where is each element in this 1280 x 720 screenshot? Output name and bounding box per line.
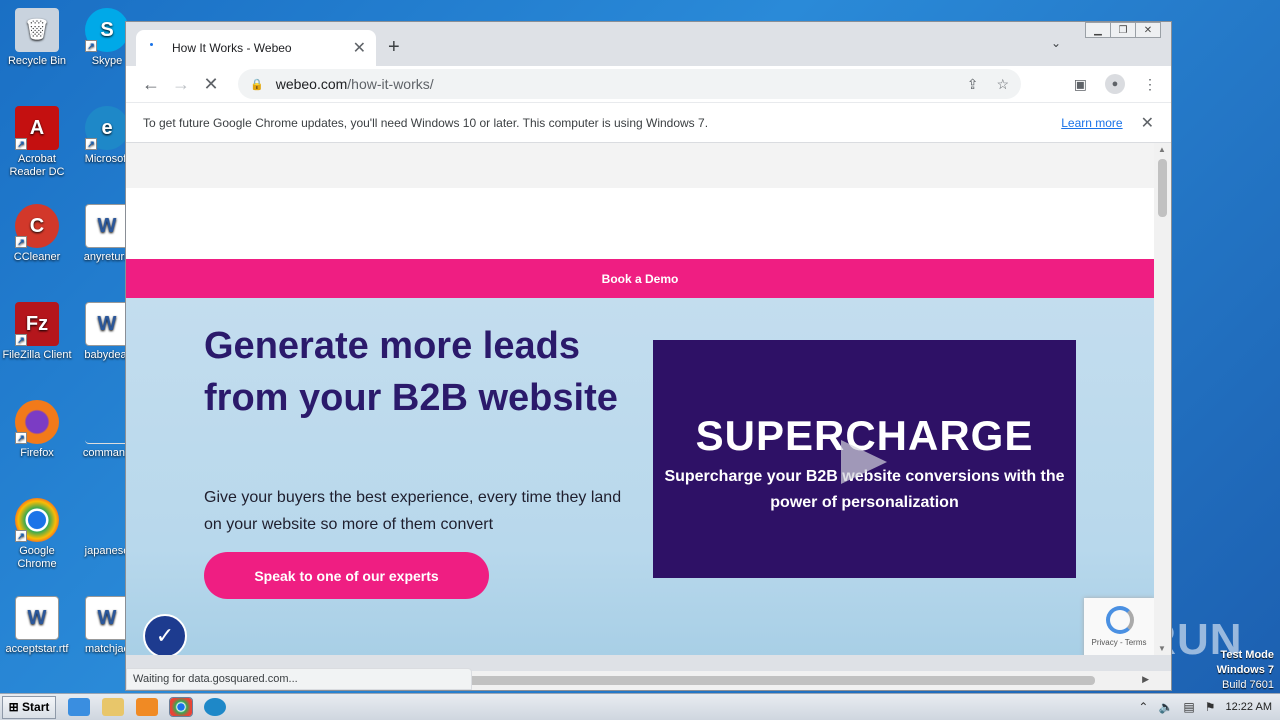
forward-icon[interactable]: → (166, 69, 196, 99)
back-icon[interactable]: ← (136, 69, 166, 99)
menu-kebab-icon[interactable]: ⋮ (1143, 76, 1157, 93)
book-demo-bar[interactable]: Book a Demo (126, 259, 1154, 298)
url-path: /how-it-works/ (347, 76, 434, 92)
browser-window: How It Works - Webeo ✕ + ⌄ ▁ ❐ ✕ ← → ✕ 🔒… (125, 21, 1172, 691)
volume-icon[interactable]: 🔈 (1158, 700, 1173, 714)
skype-icon: S ↗ (85, 8, 129, 52)
top-strip (126, 143, 1154, 188)
taskbar: ⊞ Start ⌃ 🔈 ▤ ⚑ 12:22 AM (0, 693, 1280, 720)
address-bar[interactable]: 🔒 webeo.com/how-it-works/ ⇪ ☆ (238, 69, 1021, 99)
desktop-icon-firefox[interactable]: ↗ Firefox (2, 400, 72, 460)
clock[interactable]: 12:22 AM (1226, 701, 1272, 713)
test-mode-watermark: Test Mode Windows 7 Build 7601 (1216, 649, 1274, 691)
action-center-flag-icon[interactable]: ⚑ (1205, 700, 1216, 714)
loading-favicon-icon (148, 41, 162, 55)
page-viewport: Book a Demo Generate more leads from you… (126, 143, 1154, 655)
accessibility-badge-icon[interactable]: ✓ (143, 614, 187, 655)
infobar-close-icon[interactable]: ✕ (1141, 113, 1154, 133)
learn-more-link[interactable]: Learn more (1061, 116, 1122, 130)
tab-title: How It Works - Webeo (172, 41, 292, 55)
close-window-icon[interactable]: ✕ (1135, 22, 1161, 38)
recaptcha-icon (1106, 606, 1134, 634)
side-panel-icon[interactable]: ▣ (1074, 76, 1087, 93)
word-doc-icon: W (85, 596, 129, 640)
chrome-taskbar-icon[interactable] (169, 697, 193, 717)
status-bubble: Waiting for data.gosquared.com... (126, 668, 472, 690)
hero-section: Generate more leads from your B2B websit… (126, 298, 1154, 655)
hero-headline: Generate more leads from your B2B websit… (204, 325, 618, 419)
profile-avatar-icon[interactable]: ● (1105, 74, 1125, 94)
network-icon[interactable]: ▤ (1183, 700, 1194, 714)
desktop-icon-acceptstar[interactable]: W acceptstar.rtf (2, 596, 72, 656)
tab-close-icon[interactable]: ✕ (353, 38, 366, 58)
ccleaner-icon: C ↗ (15, 204, 59, 248)
word-doc-icon: W (85, 302, 129, 346)
start-button[interactable]: ⊞ Start (2, 695, 56, 719)
browser-toolbar: ← → ✕ 🔒 webeo.com/how-it-works/ ⇪ ☆ ▣ ● … (126, 66, 1171, 102)
scroll-up-icon[interactable]: ▲ (1158, 145, 1166, 154)
bookmark-star-icon[interactable]: ☆ (996, 76, 1009, 93)
blank-file-icon (85, 400, 129, 444)
tab-strip: How It Works - Webeo ✕ + ⌄ ▁ ❐ ✕ (126, 22, 1171, 66)
media-player-icon[interactable] (136, 698, 158, 716)
window-controls: ▁ ❐ ✕ (1085, 22, 1161, 38)
desktop-icon-filezilla[interactable]: Fz ↗ FileZilla Client (2, 302, 72, 362)
scroll-right-icon[interactable]: ▶ (1142, 674, 1149, 685)
scroll-down-icon[interactable]: ▼ (1158, 644, 1166, 653)
stop-loading-icon[interactable]: ✕ (196, 69, 226, 99)
edge-taskbar-icon[interactable] (204, 698, 226, 716)
lock-icon[interactable]: 🔒 (250, 78, 264, 91)
desktop-icon-chrome[interactable]: ↗ Google Chrome (2, 498, 72, 571)
vertical-scrollbar[interactable]: ▲ ▼ (1154, 143, 1171, 655)
play-icon[interactable] (841, 440, 887, 484)
infobar-message: To get future Google Chrome updates, you… (143, 115, 709, 130)
desktop-icon-recycle-bin[interactable]: 🗑 Recycle Bin (2, 8, 72, 68)
update-infobar: To get future Google Chrome updates, you… (126, 102, 1171, 143)
acrobat-icon: A ↗ (15, 106, 59, 150)
recycle-bin-icon: 🗑 (15, 8, 59, 52)
vertical-scroll-thumb[interactable] (1158, 159, 1167, 217)
share-icon[interactable]: ⇪ (967, 76, 979, 93)
word-doc-icon: W (85, 204, 129, 248)
windows-logo-icon: ⊞ (8, 700, 19, 714)
video-player[interactable]: SUPERCHARGE Supercharge your B2B website… (653, 340, 1076, 578)
new-tab-button[interactable]: + (388, 36, 400, 59)
restore-icon[interactable]: ❐ (1110, 22, 1136, 38)
chrome-icon: ↗ (15, 498, 59, 542)
header-band (126, 188, 1154, 259)
explorer-folder-icon[interactable] (102, 698, 124, 716)
word-doc-icon: W (15, 596, 59, 640)
desktop-icon-acrobat[interactable]: A ↗ Acrobat Reader DC (2, 106, 72, 179)
url-host: webeo.com (275, 76, 348, 92)
recaptcha-text[interactable]: Privacy - Terms (1092, 638, 1147, 647)
edge-icon: e ↗ (85, 106, 129, 150)
tab-how-it-works[interactable]: How It Works - Webeo ✕ (136, 30, 376, 66)
hero-subtext: Give your buyers the best experience, ev… (204, 489, 622, 533)
ie-icon[interactable] (68, 698, 90, 716)
desktop-icon-ccleaner[interactable]: C ↗ CCleaner (2, 204, 72, 264)
tray-expand-icon[interactable]: ⌃ (1138, 700, 1148, 714)
recaptcha-badge[interactable]: Privacy - Terms (1084, 598, 1154, 655)
tab-search-chevron-icon[interactable]: ⌄ (1051, 36, 1061, 50)
filezilla-icon: Fz ↗ (15, 302, 59, 346)
system-tray: ⌃ 🔈 ▤ ⚑ 12:22 AM (1138, 700, 1272, 714)
minimize-icon[interactable]: ▁ (1085, 22, 1111, 38)
speak-to-expert-button[interactable]: Speak to one of our experts (204, 552, 489, 599)
blank-file-icon (85, 498, 129, 542)
firefox-icon: ↗ (15, 400, 59, 444)
